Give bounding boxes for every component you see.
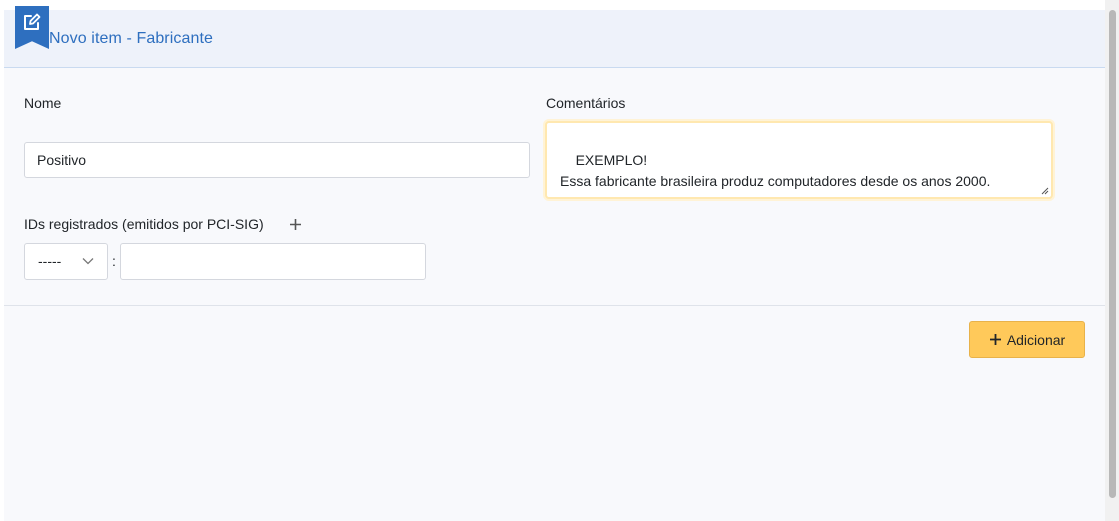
divider: [4, 305, 1105, 306]
nome-label: Nome: [24, 95, 62, 111]
chevron-down-icon: [82, 258, 94, 265]
id-type-select[interactable]: -----: [24, 243, 108, 280]
vertical-scrollbar[interactable]: [1105, 0, 1119, 521]
resize-grip-icon[interactable]: [1041, 187, 1049, 195]
edit-ribbon: [15, 6, 49, 49]
id-value-input[interactable]: [120, 243, 426, 280]
comentarios-textarea[interactable]: EXEMPLO! Essa fabricante brasileira prod…: [545, 121, 1053, 199]
scrollbar-thumb[interactable]: [1109, 10, 1116, 498]
add-button[interactable]: Adicionar: [969, 321, 1085, 358]
select-value: -----: [38, 253, 62, 269]
add-id-plus-icon[interactable]: [289, 218, 302, 231]
id-separator: :: [112, 253, 116, 269]
comentarios-label: Comentários: [546, 95, 626, 111]
panel-header: Novo item - Fabricante: [4, 6, 1105, 68]
add-button-label: Adicionar: [1006, 331, 1066, 348]
ids-label: IDs registrados (emitidos por PCI-SIG): [24, 216, 264, 232]
plus-icon: [989, 334, 1001, 345]
page-title: Novo item - Fabricante: [49, 30, 214, 47]
form-panel: Novo item - Fabricante Nome Comentários …: [4, 6, 1105, 521]
comentarios-text: EXEMPLO! Essa fabricante brasileira prod…: [560, 152, 991, 189]
nome-input[interactable]: [24, 142, 530, 178]
edit-icon: [24, 13, 41, 30]
